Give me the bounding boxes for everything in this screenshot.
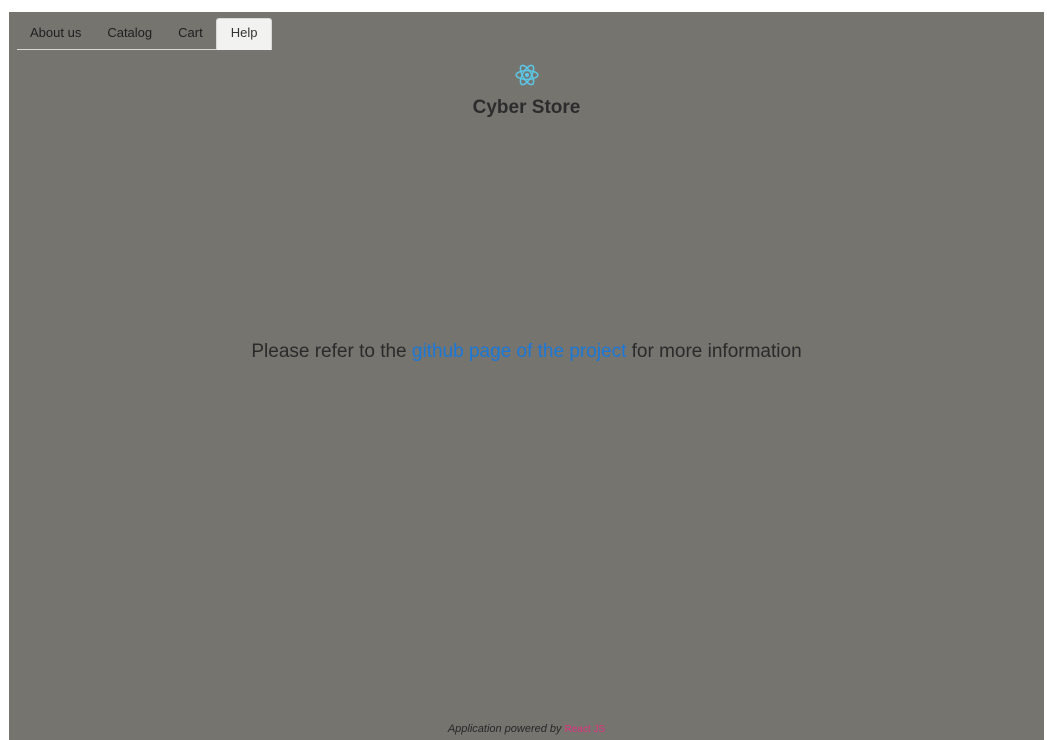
footer-text: Application powered by [447,723,565,735]
footer: Application powered by React JS [9,723,1044,735]
nav-tab-catalog[interactable]: Catalog [94,19,165,49]
react-js-link[interactable]: React JS [565,724,606,735]
help-message-suffix: for more information [626,341,802,362]
top-nav: About us Catalog Cart Help [17,18,273,50]
nav-tab-about-us[interactable]: About us [17,19,94,49]
help-message-prefix: Please refer to the [251,341,412,362]
page-title: Cyber Store [472,97,581,118]
nav-tab-cart[interactable]: Cart [165,19,216,49]
app-frame: About us Catalog Cart Help Cyber Store P… [9,12,1044,740]
nav-tab-help[interactable]: Help [215,18,273,50]
github-link[interactable]: github page of the project [412,341,626,362]
help-message: Please refer to the github page of the p… [9,341,1044,363]
react-atom-icon [514,62,540,88]
brand-header: Cyber Store [9,62,1044,119]
